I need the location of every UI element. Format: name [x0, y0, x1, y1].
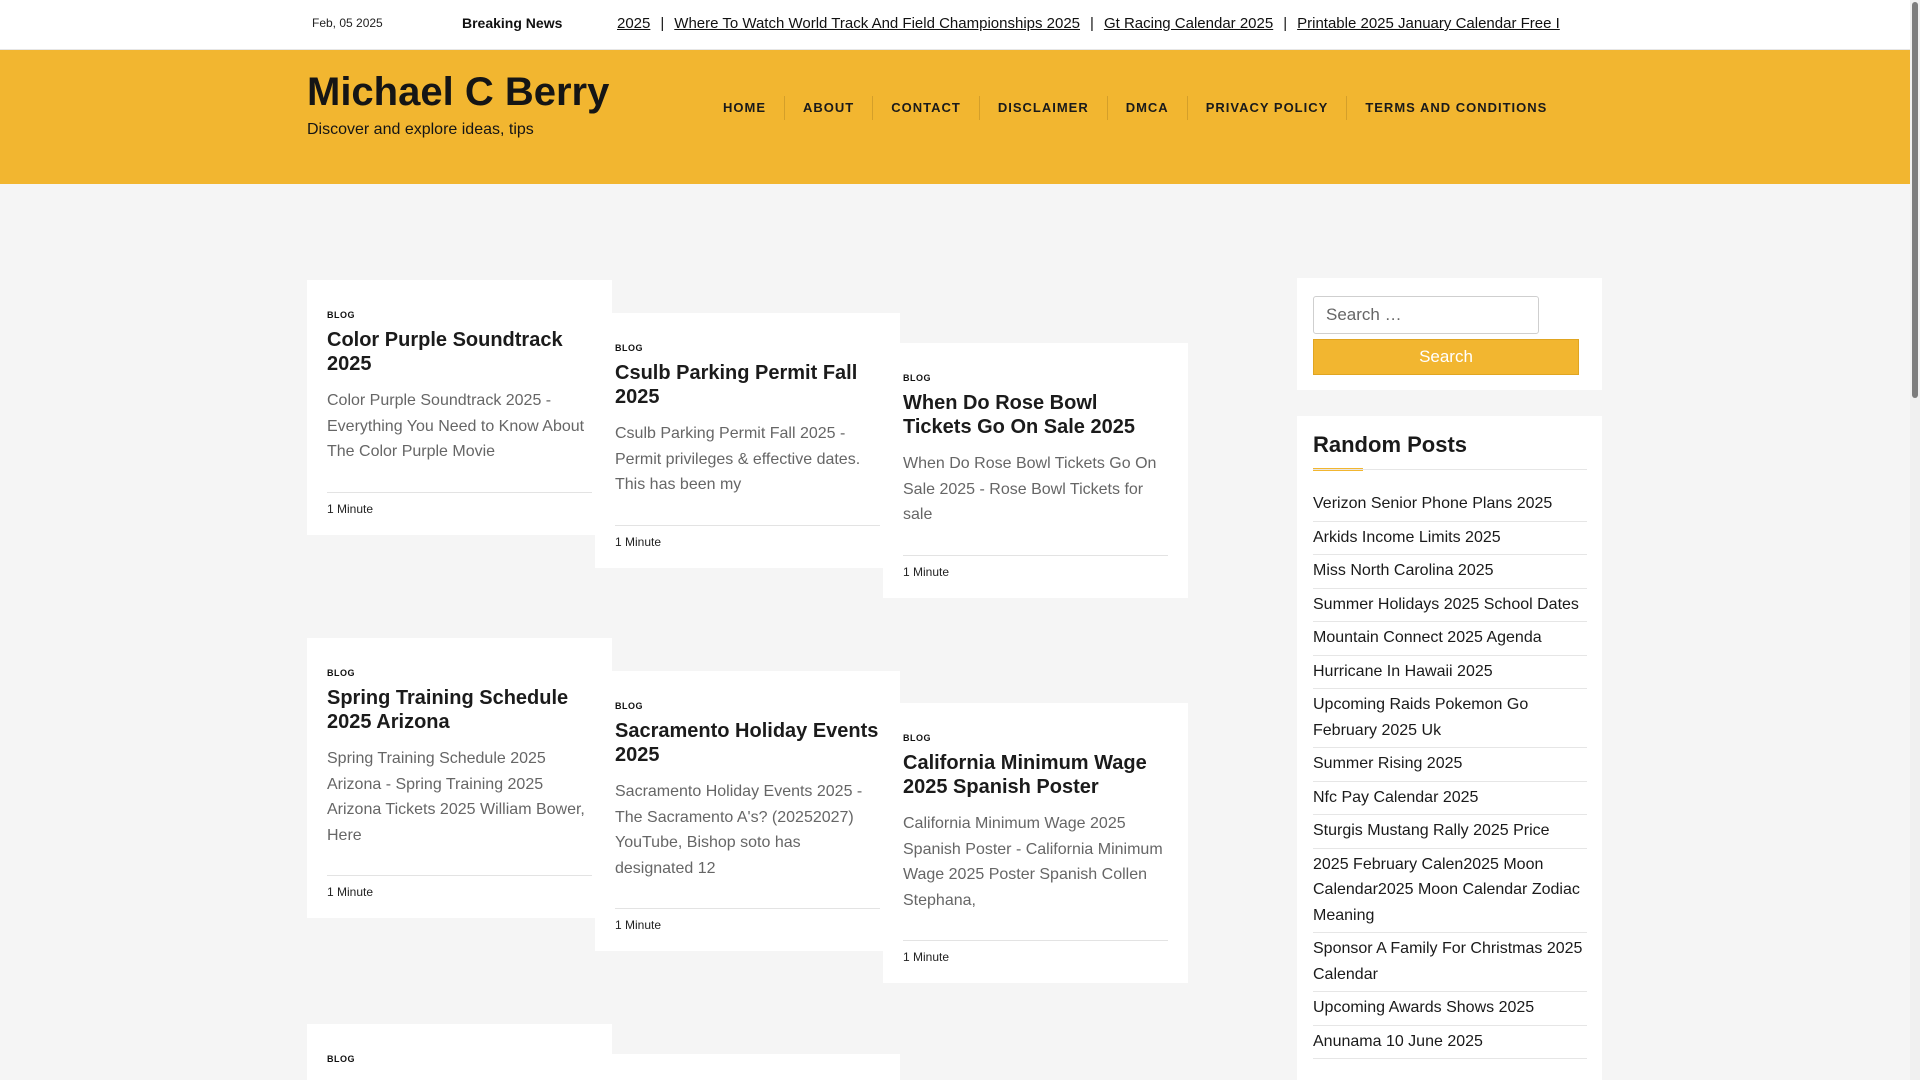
site-tagline: Discover and explore ideas, tips — [307, 121, 534, 138]
post-title[interactable]: Sacramento Holiday Events 2025 — [615, 719, 880, 767]
random-post-link[interactable]: Sturgis Mustang Rally 2025 Price — [1313, 815, 1587, 849]
post-card — [595, 1054, 900, 1080]
nav-item-terms-and-conditions[interactable]: TERMS AND CONDITIONS — [1347, 96, 1565, 120]
ticker-link[interactable]: Printable 2025 January Calendar Free I — [1297, 15, 1560, 32]
card-divider — [615, 525, 880, 526]
breaking-news-label: Breaking News — [462, 15, 563, 31]
post-category[interactable]: BLOG — [327, 668, 592, 678]
ticker-link[interactable]: 2025 — [617, 15, 650, 32]
random-post-link[interactable]: Miss North Carolina 2025 — [1313, 555, 1587, 589]
random-post-link[interactable]: Sponsor A Family For Christmas 2025 Cale… — [1313, 933, 1587, 992]
post-excerpt: Color Purple Soundtrack 2025 - Everythin… — [327, 392, 585, 460]
card-divider — [615, 908, 880, 909]
read-time: 1 Minute — [615, 535, 662, 549]
site-title[interactable]: Michael C Berry — [307, 70, 609, 115]
read-time: 1 Minute — [903, 565, 950, 579]
nav-item-about[interactable]: ABOUT — [785, 96, 874, 120]
post-title[interactable]: When Do Rose Bowl Tickets Go On Sale 202… — [903, 391, 1168, 439]
post-card: BLOG Csulb Parking Permit Fall 2025 Csul… — [595, 313, 900, 568]
random-post-link[interactable]: Mountain Connect 2025 Agenda — [1313, 622, 1587, 656]
post-category[interactable]: BLOG — [615, 701, 880, 711]
ticker-separator: | — [1283, 15, 1288, 32]
random-post-link[interactable]: Summer Rising 2025 — [1313, 748, 1587, 782]
card-divider — [903, 940, 1168, 941]
post-excerpt: Spring Training Schedule 2025 Arizona - … — [327, 750, 585, 844]
random-post-link[interactable]: Hurricane In Hawaii 2025 — [1313, 656, 1587, 689]
post-excerpt: Csulb Parking Permit Fall 2025 - Permit … — [615, 425, 861, 493]
page-scrollbar[interactable] — [1910, 0, 1920, 1080]
ticker-link[interactable]: Gt Racing Calendar 2025 — [1104, 15, 1273, 32]
post-card: BLOG — [307, 1024, 612, 1080]
random-post-link[interactable]: Arkids Income Limits 2025 — [1313, 522, 1587, 555]
search-input[interactable] — [1313, 296, 1539, 334]
post-card: BLOG When Do Rose Bowl Tickets Go On Sal… — [883, 343, 1188, 598]
main-navigation: HOME ABOUT CONTACT DISCLAIMER DMCA PRIVA… — [705, 96, 1565, 120]
read-time: 1 Minute — [903, 950, 950, 964]
post-category[interactable]: BLOG — [327, 310, 592, 320]
random-posts-widget: Random Posts Verizon Senior Phone Plans … — [1297, 416, 1602, 1080]
read-time: 1 Minute — [327, 502, 374, 516]
top-bar: Feb, 05 2025 Breaking News 2025 | Where To… — [0, 0, 1910, 50]
nav-item-home[interactable]: HOME — [705, 96, 785, 120]
random-post-link[interactable]: 2025 February Calen2025 Moon Calendar202… — [1313, 849, 1587, 933]
nav-item-contact[interactable]: CONTACT — [873, 96, 980, 120]
card-divider — [327, 492, 592, 493]
random-post-link[interactable]: Upcoming Raids Pokemon Go February 2025 … — [1313, 689, 1587, 748]
post-category[interactable]: BLOG — [327, 1054, 592, 1064]
scrollbar-thumb[interactable] — [1912, 2, 1918, 398]
random-posts-heading: Random Posts — [1313, 432, 1468, 457]
post-card: BLOG Sacramento Holiday Events 2025 Sacr… — [595, 671, 900, 951]
post-category[interactable]: BLOG — [903, 733, 1168, 743]
card-divider — [903, 555, 1168, 556]
ticker-separator: | — [660, 15, 665, 32]
post-card: BLOG Color Purple Soundtrack 2025 Color … — [307, 280, 612, 535]
random-post-link[interactable]: Anunama 10 June 2025 — [1313, 1026, 1587, 1059]
nav-item-disclaimer[interactable]: DISCLAIMER — [980, 96, 1108, 120]
post-card: BLOG Spring Training Schedule 2025 Arizo… — [307, 638, 612, 918]
ticker-separator: | — [1090, 15, 1094, 32]
nav-item-dmca[interactable]: DMCA — [1108, 96, 1188, 120]
ticker-link[interactable]: Where To Watch World Track And Field Cha… — [674, 15, 1080, 32]
random-post-link[interactable]: Verizon Senior Phone Plans 2025 — [1313, 488, 1587, 522]
post-title[interactable]: Spring Training Schedule 2025 Arizona — [327, 686, 592, 734]
read-time: 1 Minute — [615, 918, 662, 932]
card-divider — [327, 875, 592, 876]
post-card: BLOG California Minimum Wage 2025 Spanis… — [883, 703, 1188, 983]
site-header: Michael C Berry Discover and explore ide… — [0, 50, 1910, 184]
post-excerpt: California Minimum Wage 2025 Spanish Pos… — [903, 815, 1163, 909]
current-date: Feb, 05 2025 — [312, 16, 383, 30]
breaking-news-ticker: 2025 | Where To Watch World Track And Fiel… — [612, 0, 1620, 50]
post-excerpt: Sacramento Holiday Events 2025 - The Sac… — [615, 783, 863, 877]
post-title[interactable]: Csulb Parking Permit Fall 2025 — [615, 361, 880, 409]
post-category[interactable]: BLOG — [615, 343, 880, 353]
post-title[interactable]: California Minimum Wage 2025 Spanish Pos… — [903, 751, 1168, 799]
random-post-link[interactable]: Upcoming Awards Shows 2025 — [1313, 992, 1587, 1026]
random-posts-list: Verizon Senior Phone Plans 2025 Arkids I… — [1313, 488, 1587, 1059]
post-category[interactable]: BLOG — [903, 373, 1168, 383]
read-time: 1 Minute — [327, 885, 374, 899]
post-title[interactable]: Color Purple Soundtrack 2025 — [327, 328, 592, 376]
nav-item-privacy-policy[interactable]: PRIVACY POLICY — [1188, 96, 1348, 120]
random-post-link[interactable]: Summer Holidays 2025 School Dates — [1313, 589, 1587, 622]
heading-underline — [1313, 469, 1587, 470]
post-excerpt: When Do Rose Bowl Tickets Go On Sale 202… — [903, 455, 1157, 523]
search-widget: Search — [1297, 278, 1602, 390]
search-button[interactable]: Search — [1313, 339, 1579, 375]
random-post-link[interactable]: Nfc Pay Calendar 2025 — [1313, 782, 1587, 815]
